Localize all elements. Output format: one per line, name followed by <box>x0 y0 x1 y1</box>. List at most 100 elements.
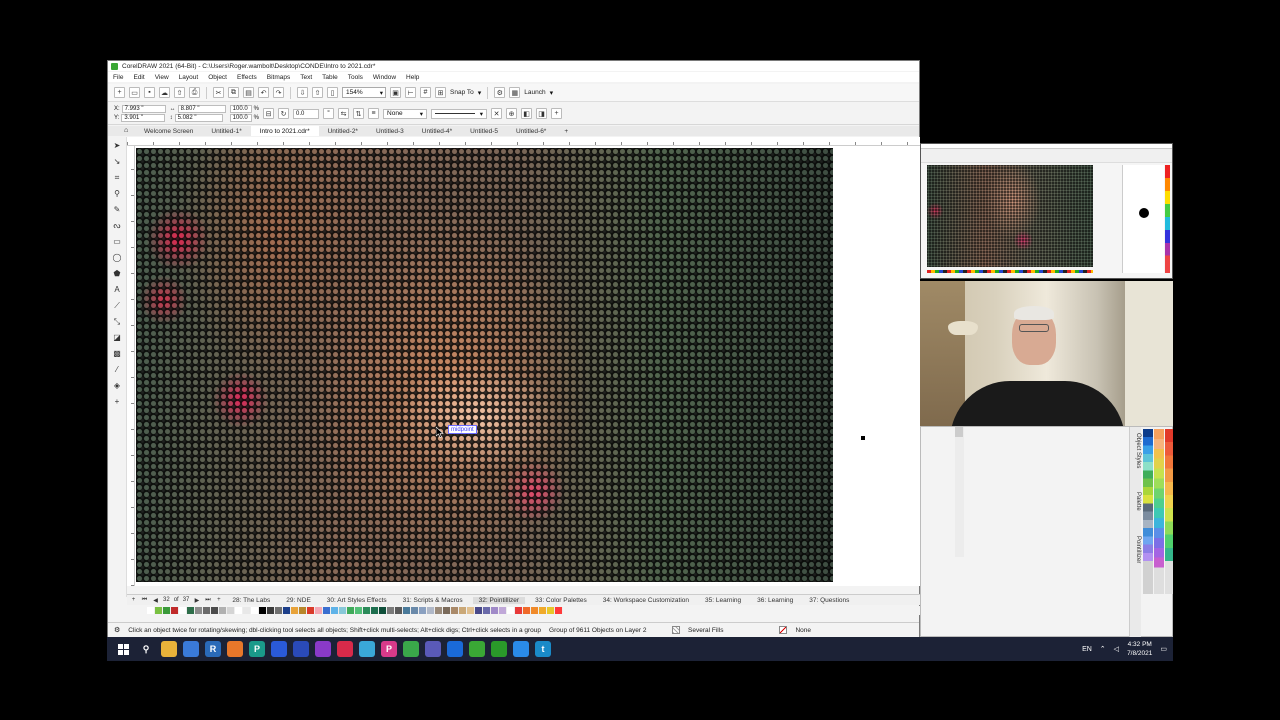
app-pink-p-icon[interactable]: P <box>381 641 397 657</box>
horizontal-ruler[interactable] <box>127 137 920 146</box>
rotate-icon[interactable]: ↻ <box>278 108 290 119</box>
palette-swatch[interactable] <box>395 607 403 614</box>
palette-swatch[interactable] <box>179 607 187 614</box>
interactive-fill-tool-icon[interactable]: ◈ <box>112 380 123 391</box>
palette-swatch[interactable] <box>419 607 427 614</box>
page-tab-30[interactable]: 30: Art Styles Effects <box>321 597 393 604</box>
zoom-icon[interactable] <box>513 641 529 657</box>
pointillized-portrait[interactable] <box>136 148 833 582</box>
drop-shadow-tool-icon[interactable]: ◪ <box>112 332 123 343</box>
outline-swatch-icon[interactable] <box>779 626 788 634</box>
width-field[interactable]: 8.807 " <box>177 105 226 113</box>
outline-style-dropdown[interactable]: ▾ <box>431 108 488 119</box>
rectangle-tool-icon[interactable]: ▭ <box>112 236 123 247</box>
palette-swatch[interactable] <box>235 607 243 614</box>
palette-swatch[interactable] <box>491 607 499 614</box>
freehand-tool-icon[interactable]: ✎ <box>112 204 123 215</box>
palette-swatch[interactable] <box>435 607 443 614</box>
publish-pdf-icon[interactable]: ▯ <box>327 87 338 98</box>
menu-bitmaps[interactable]: Bitmaps <box>267 74 290 81</box>
palette-swatch[interactable] <box>387 607 395 614</box>
tab-untitled-3[interactable]: Untitled-3 <box>367 126 413 136</box>
undo-icon[interactable]: ↶ <box>258 87 269 98</box>
upload-icon[interactable]: ⇧ <box>174 87 185 98</box>
palette-swatch[interactable] <box>315 607 323 614</box>
menu-layout[interactable]: Layout <box>179 74 199 81</box>
tab-welcome-screen[interactable]: Welcome Screen <box>135 126 202 136</box>
palette-swatch[interactable] <box>515 607 523 614</box>
docker-tab-object-styles[interactable]: Object Styles <box>1129 431 1141 471</box>
color-palette-column-3[interactable] <box>1165 429 1173 594</box>
menu-view[interactable]: View <box>155 74 169 81</box>
page-tab-32[interactable]: 32: Pointillizer <box>472 596 526 604</box>
redo-icon[interactable]: ↷ <box>273 87 284 98</box>
page-tab-36[interactable]: 36: Learning <box>751 597 799 604</box>
palette-swatch[interactable] <box>147 607 155 614</box>
palette-swatch[interactable] <box>347 607 355 614</box>
app-t-icon[interactable]: t <box>535 641 551 657</box>
canvas-vertical-scrollbar[interactable] <box>955 427 964 557</box>
palette-swatch[interactable] <box>219 607 227 614</box>
palette-swatch[interactable] <box>211 607 219 614</box>
connector-tool-icon[interactable]: ⤡ <box>112 316 123 327</box>
artistic-media-tool-icon[interactable]: ᔓ <box>112 220 123 231</box>
color-palette-column-1[interactable] <box>1143 429 1153 594</box>
transparency-tool-icon[interactable]: ▩ <box>112 348 123 359</box>
palette-swatch[interactable] <box>331 607 339 614</box>
scale-width-field[interactable]: 100.0 <box>229 105 252 113</box>
shape-tool-icon[interactable]: ↘ <box>112 156 123 167</box>
add-page-icon[interactable]: + <box>130 597 137 603</box>
palette-swatch[interactable] <box>523 607 531 614</box>
volume-icon[interactable]: ◁ <box>1114 645 1119 653</box>
launch-icon[interactable]: ▦ <box>509 87 521 98</box>
powershell-icon[interactable] <box>293 641 309 657</box>
app-pinwheel-icon[interactable] <box>359 641 375 657</box>
mirror-vertical-icon[interactable]: ⇅ <box>353 108 365 119</box>
save-icon[interactable]: ▪ <box>144 87 155 98</box>
menu-effects[interactable]: Effects <box>237 74 257 81</box>
palette-swatch[interactable] <box>507 607 515 614</box>
palette-swatch[interactable] <box>451 607 459 614</box>
palette-swatch[interactable] <box>499 607 507 614</box>
outlook-icon[interactable] <box>447 641 463 657</box>
eyedropper-tool-icon[interactable]: ⁄ <box>112 364 123 375</box>
clock[interactable]: 4:32 PM 7/8/2021 <box>1127 640 1152 658</box>
prev-page-icon[interactable]: ◀ <box>152 597 159 604</box>
copy-icon[interactable]: ⧉ <box>228 87 239 98</box>
last-page-icon[interactable]: ⏭ <box>204 597 211 604</box>
mirror-horizontal-icon[interactable]: ⇆ <box>338 108 350 119</box>
scale-height-field[interactable]: 100.0 <box>229 114 252 122</box>
tab-untitled-1[interactable]: Untitled-1* <box>202 126 250 136</box>
parallel-dimension-tool-icon[interactable]: ⟋ <box>112 300 123 311</box>
palette-swatch[interactable] <box>363 607 371 614</box>
crop-tool-icon[interactable]: ⌗ <box>112 172 123 183</box>
app-p-icon[interactable]: P <box>249 641 265 657</box>
docker-tab-pointillizer[interactable]: Pointillizer <box>1129 527 1141 572</box>
fill-swatch-icon[interactable] <box>672 626 681 634</box>
pick-tool-icon[interactable]: ➤ <box>112 140 123 151</box>
scrollbar-thumb[interactable] <box>955 427 963 437</box>
lock-ratio-icon[interactable]: ⊟ <box>263 108 275 119</box>
snap-to-dropdown[interactable]: Snap To <box>450 89 474 96</box>
full-screen-icon[interactable]: ▣ <box>390 87 401 98</box>
guidelines-icon[interactable]: ⊞ <box>435 87 446 98</box>
menu-window[interactable]: Window <box>373 74 396 81</box>
palette-swatch[interactable] <box>443 607 451 614</box>
palette-swatch[interactable] <box>323 607 331 614</box>
network-icon[interactable]: ⌃ <box>1100 645 1106 653</box>
file-explorer-icon[interactable] <box>161 641 177 657</box>
page-tab-34[interactable]: 34: Workspace Customization <box>597 597 695 604</box>
tab-intro-to-2021[interactable]: Intro to 2021.cdr* <box>250 126 319 136</box>
vertical-ruler[interactable] <box>127 146 135 586</box>
export-icon[interactable]: ⇧ <box>312 87 323 98</box>
vlc-icon[interactable] <box>227 641 243 657</box>
page-tab-37[interactable]: 37: Questions <box>803 597 855 604</box>
coreldraw-icon[interactable] <box>469 641 485 657</box>
add-tab-button[interactable]: + <box>555 126 577 136</box>
app-r-icon[interactable]: R <box>205 641 221 657</box>
to-back-icon[interactable]: ◨ <box>536 108 548 119</box>
rulers-icon[interactable]: ⊢ <box>405 87 416 98</box>
import-icon[interactable]: ⇩ <box>297 87 308 98</box>
palette-swatch[interactable] <box>411 607 419 614</box>
cloud-icon[interactable]: ☁ <box>159 87 170 98</box>
